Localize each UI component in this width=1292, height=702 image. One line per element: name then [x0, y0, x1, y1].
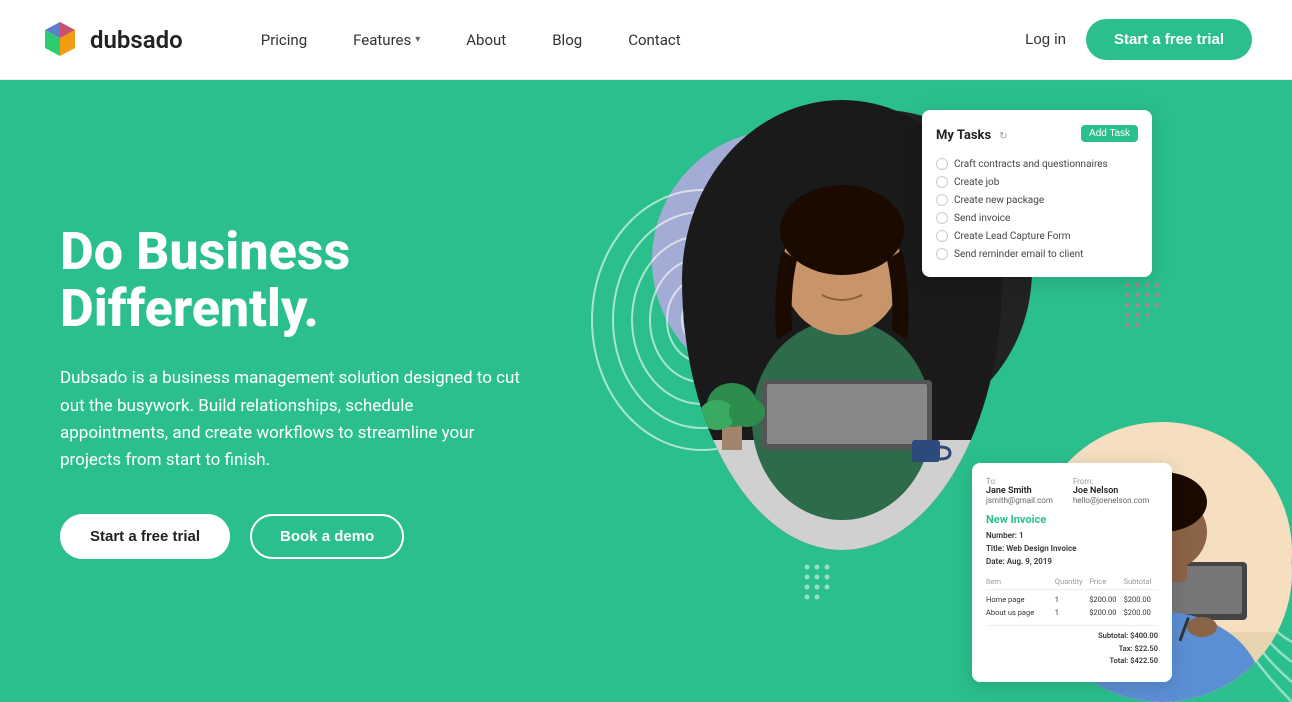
logo-icon	[40, 20, 80, 60]
tasks-refresh-icon[interactable]: ↻	[999, 131, 1007, 142]
task-item: Craft contracts and questionnaires	[936, 155, 1138, 173]
hero-title: Do Business Differently.	[60, 223, 520, 337]
hero-start-trial-button[interactable]: Start a free trial	[60, 514, 230, 559]
invoice-to-from: To: Jane Smith jsmith@gmail.com From: Jo…	[986, 477, 1158, 505]
nav-item-features[interactable]: Features ▾	[335, 23, 438, 57]
add-task-button[interactable]: Add Task	[1081, 125, 1138, 142]
task-checkbox[interactable]	[936, 176, 948, 188]
task-label: Send reminder email to client	[954, 249, 1083, 260]
task-checkbox[interactable]	[936, 194, 948, 206]
invoice-number-label: Number: 1	[986, 531, 1024, 540]
task-label: Create job	[954, 177, 999, 188]
task-label: Send invoice	[954, 213, 1010, 224]
header-right: Log in Start a free trial	[1025, 19, 1252, 60]
task-item: Send reminder email to client	[936, 245, 1138, 263]
invoice-table-row: Home page 1 $200.00 $200.00	[986, 593, 1158, 606]
tasks-card-header: My Tasks ↻ Add Task	[936, 124, 1138, 143]
invoice-card: To: Jane Smith jsmith@gmail.com From: Jo…	[972, 463, 1172, 682]
hero-book-demo-button[interactable]: Book a demo	[250, 514, 404, 559]
main-nav: Pricing Features ▾ About Blog Contact	[243, 23, 1025, 57]
task-checkbox[interactable]	[936, 212, 948, 224]
task-item: Create job	[936, 173, 1138, 191]
invoice-table-header: Item Quantity Price Subtotal	[986, 577, 1158, 590]
header-start-trial-button[interactable]: Start a free trial	[1086, 19, 1252, 60]
invoice-date-label: Date: Aug. 9, 2019	[986, 557, 1052, 566]
green-dots-decoration	[802, 562, 862, 622]
invoice-totals: Subtotal: $400.00 Tax: $22.50 Total: $42…	[986, 625, 1158, 668]
nav-item-contact[interactable]: Contact	[610, 23, 698, 57]
invoice-from-email: hello@joenelson.com	[1073, 496, 1150, 505]
pink-dots-decoration	[1122, 280, 1182, 340]
invoice-meta: Number: 1 Title: Web Design Invoice Date…	[986, 530, 1158, 568]
nav-item-about[interactable]: About	[448, 23, 524, 57]
tasks-list: Craft contracts and questionnaires Creat…	[936, 155, 1138, 263]
hero-content: Do Business Differently. Dubsado is a bu…	[0, 163, 580, 619]
invoice-from-label: From:	[1073, 477, 1150, 486]
hero-description: Dubsado is a business management solutio…	[60, 365, 520, 474]
invoice-to-email: jsmith@gmail.com	[986, 496, 1053, 505]
logo-text: dubsado	[90, 26, 183, 54]
task-label: Create Lead Capture Form	[954, 231, 1071, 242]
tasks-title: My Tasks	[936, 128, 991, 143]
features-chevron-icon: ▾	[415, 34, 420, 45]
invoice-to-label: To:	[986, 477, 1053, 486]
invoice-to-name: Jane Smith	[986, 486, 1053, 496]
invoice-title-label: Title: Web Design Invoice	[986, 544, 1076, 553]
hero-buttons: Start a free trial Book a demo	[60, 514, 520, 559]
task-label: Create new package	[954, 195, 1044, 206]
tasks-card: My Tasks ↻ Add Task Craft contracts and …	[922, 110, 1152, 277]
task-item: Create Lead Capture Form	[936, 227, 1138, 245]
task-checkbox[interactable]	[936, 230, 948, 242]
task-checkbox[interactable]	[936, 158, 948, 170]
nav-item-pricing[interactable]: Pricing	[243, 23, 325, 57]
hero-section: Do Business Differently. Dubsado is a bu…	[0, 80, 1292, 702]
header: dubsado Pricing Features ▾ About Blog Co…	[0, 0, 1292, 80]
task-checkbox[interactable]	[936, 248, 948, 260]
task-label: Craft contracts and questionnaires	[954, 159, 1108, 170]
nav-item-blog[interactable]: Blog	[534, 23, 600, 57]
logo[interactable]: dubsado	[40, 20, 183, 60]
subtotal-label: Subtotal:	[1098, 631, 1128, 640]
total-label: Total:	[1109, 656, 1128, 665]
invoice-from-name: Joe Nelson	[1073, 486, 1150, 496]
tax-label: Tax:	[1119, 644, 1133, 653]
hero-visual: My Tasks ↻ Add Task Craft contracts and …	[532, 80, 1292, 702]
task-item: Send invoice	[936, 209, 1138, 227]
invoice-heading: New Invoice	[986, 513, 1158, 526]
task-item: Create new package	[936, 191, 1138, 209]
login-button[interactable]: Log in	[1025, 31, 1066, 48]
invoice-table-row: About us page 1 $200.00 $200.00	[986, 606, 1158, 619]
